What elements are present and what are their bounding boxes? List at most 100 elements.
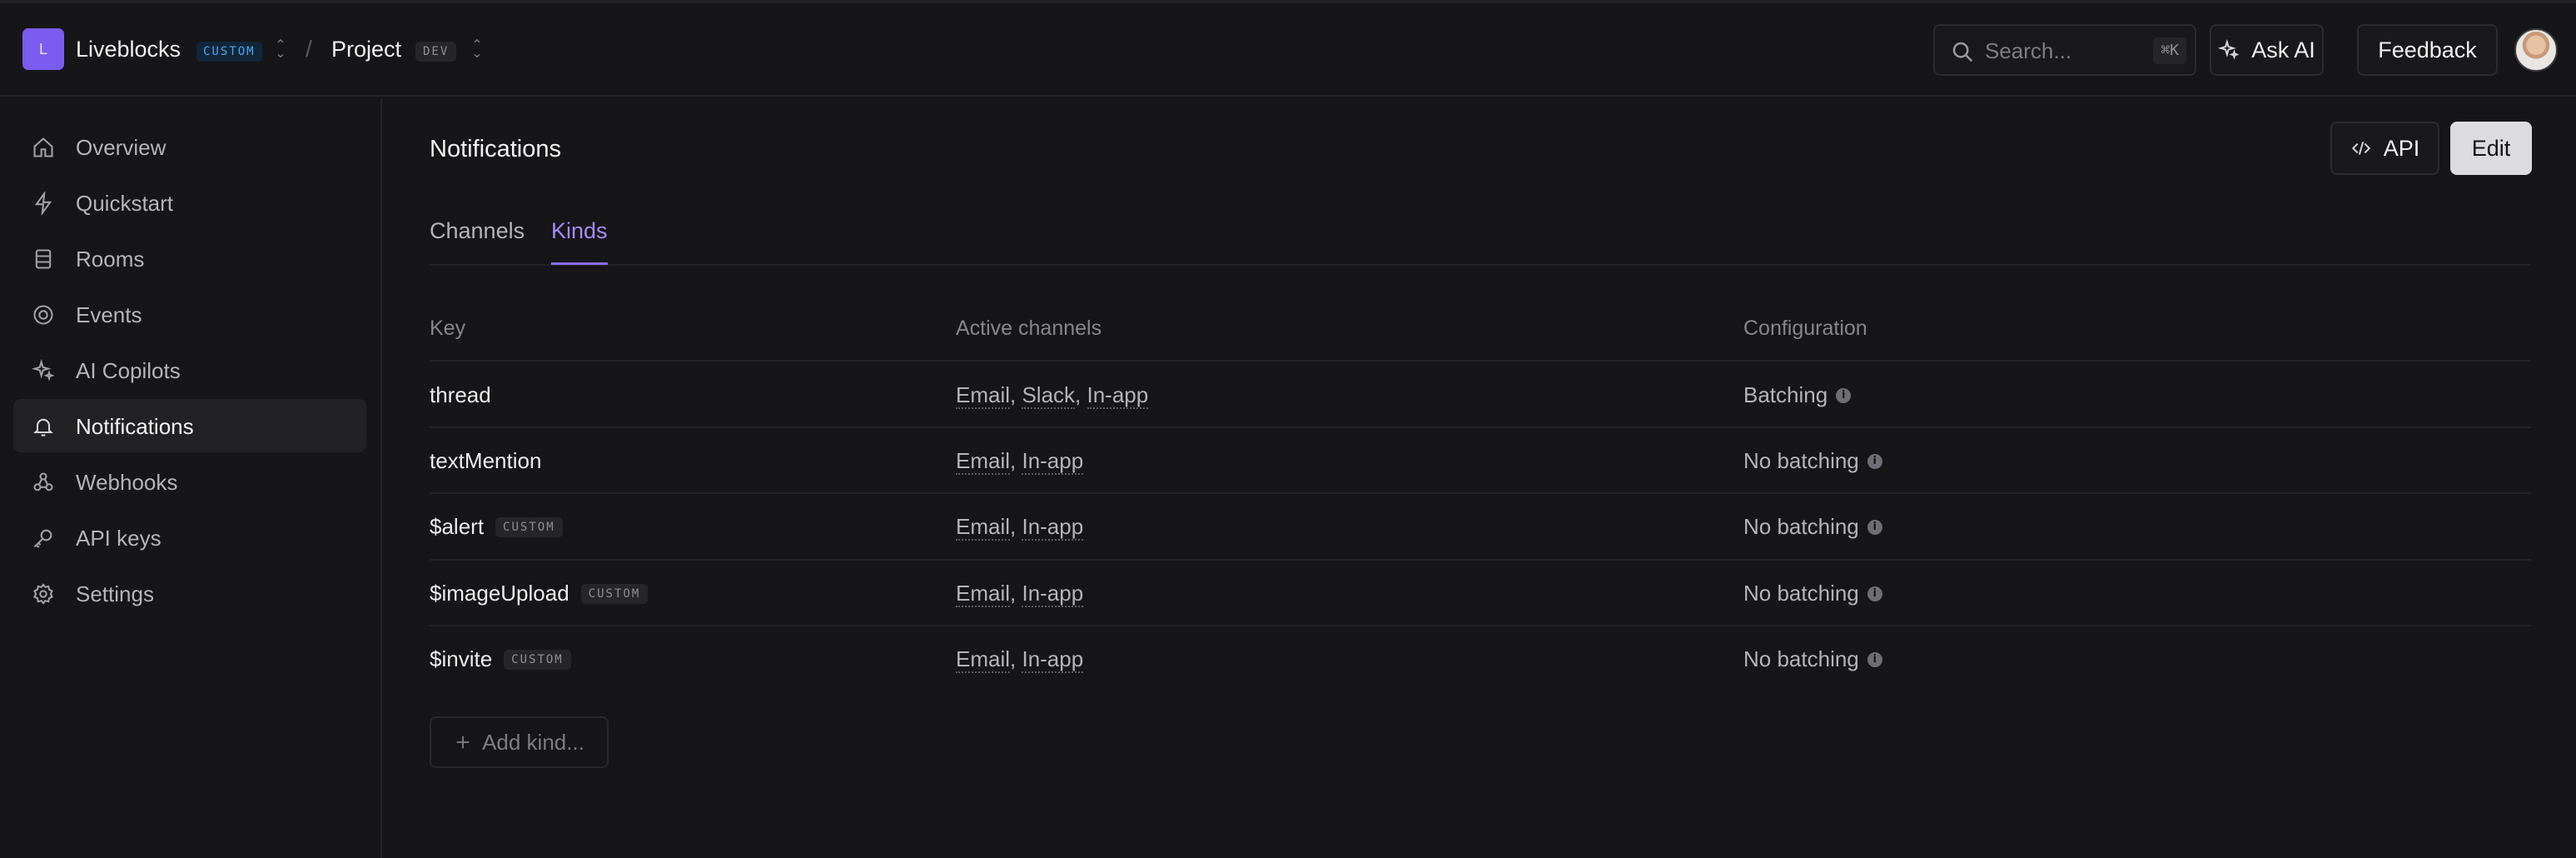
project-env-badge: DEV <box>415 42 457 62</box>
bolt-icon <box>34 192 52 215</box>
active-tab-indicator <box>551 262 608 265</box>
home-icon <box>33 137 53 157</box>
search-icon <box>1952 42 1973 62</box>
channel-link[interactable]: In-app <box>1087 382 1149 409</box>
config-value: No batching <box>1743 646 1859 671</box>
channel-link[interactable]: In-app <box>1022 514 1084 541</box>
gear-icon <box>33 583 53 605</box>
info-icon[interactable]: i <box>1867 586 1882 601</box>
sidebar-item-label: Events <box>76 302 142 327</box>
sparkle-icon <box>2218 39 2240 60</box>
table-row-channels: Email, In-app <box>956 448 1084 475</box>
sidebar-item-label: Overview <box>76 135 167 160</box>
table-row-key: textMention <box>430 448 541 474</box>
table-row-config: No batching i <box>1743 448 1882 474</box>
sidebar-item-rooms[interactable]: Rooms <box>13 232 366 285</box>
sidebar-item-overview[interactable]: Overview <box>13 120 366 173</box>
table-row-key: $invite CUSTOM <box>430 646 571 672</box>
config-value: No batching <box>1743 514 1859 539</box>
info-icon[interactable]: i <box>1836 387 1852 403</box>
sidebar: Overview Quickstart Rooms Events AI Copi… <box>0 98 382 858</box>
table-row-channels: Email, In-app <box>956 646 1084 673</box>
channel-link[interactable]: Email <box>956 382 1011 409</box>
sparkle-icon <box>32 359 55 382</box>
config-value: No batching <box>1743 448 1859 473</box>
info-icon[interactable]: i <box>1867 453 1882 469</box>
search-input[interactable] <box>1985 36 2143 66</box>
table-row-key: $alert CUSTOM <box>430 514 563 540</box>
kind-key: $imageUpload <box>430 581 569 606</box>
add-kind-label: Add kind... <box>482 729 584 755</box>
project-name[interactable]: Project <box>331 37 401 62</box>
channel-link[interactable]: Email <box>956 448 1011 475</box>
sidebar-item-settings[interactable]: Settings <box>13 566 366 620</box>
table-divider <box>430 625 2531 626</box>
column-header-configuration: Configuration <box>1743 317 1867 340</box>
table-row-channels: Email, In-app <box>956 581 1084 607</box>
bell-icon <box>33 418 53 436</box>
table-row-config: No batching i <box>1743 581 1882 606</box>
channel-link[interactable]: Slack <box>1022 382 1076 409</box>
project-switcher-chevron-icon[interactable]: ⌃ ⌄ <box>471 39 483 61</box>
rooms-icon <box>35 249 52 269</box>
sidebar-item-events[interactable]: Events <box>13 287 366 341</box>
table-row-channels: Email, In-app <box>956 514 1084 541</box>
top-bar: L Liveblocks CUSTOM ⌃ ⌄ / Project DEV ⌃ ⌄ … <box>0 3 2576 97</box>
sidebar-item-quickstart[interactable]: Quickstart <box>13 176 366 229</box>
org-switcher-chevron-icon[interactable]: ⌃ ⌄ <box>275 39 286 61</box>
table-divider <box>430 360 2531 362</box>
page-title: Notifications <box>430 136 561 162</box>
table-row-channels: Email, Slack, In-app <box>956 382 1149 409</box>
channel-link[interactable]: Email <box>956 514 1011 541</box>
custom-badge: CUSTOM <box>495 516 563 537</box>
channel-link[interactable]: Email <box>956 646 1011 673</box>
sidebar-item-label: API keys <box>76 526 162 551</box>
search-shortcut: ⌘K <box>2153 37 2186 64</box>
table-row-config: No batching i <box>1743 646 1882 672</box>
table-row-key: thread <box>430 382 491 408</box>
tab-kinds[interactable]: Kinds <box>551 218 608 244</box>
key-icon <box>33 529 52 548</box>
org-logo[interactable]: L <box>22 28 64 70</box>
org-plan-badge: CUSTOM <box>196 42 262 62</box>
add-kind-button[interactable]: Add kind... <box>430 716 609 768</box>
info-icon[interactable]: i <box>1867 519 1882 535</box>
org-name[interactable]: Liveblocks <box>76 37 181 62</box>
sidebar-item-api-keys[interactable]: API keys <box>13 511 366 564</box>
feedback-button[interactable]: Feedback <box>2357 24 2498 76</box>
kind-key: textMention <box>430 448 542 473</box>
table-divider <box>430 427 2531 428</box>
code-icon <box>2351 142 2370 155</box>
custom-badge: CUSTOM <box>580 583 649 604</box>
table-row-config: Batching i <box>1743 382 1852 408</box>
plus-icon <box>456 736 470 749</box>
api-button[interactable]: API <box>2330 122 2439 175</box>
channel-link[interactable]: In-app <box>1022 646 1084 673</box>
avatar[interactable] <box>2514 28 2558 72</box>
ask-ai-button[interactable]: Ask AI <box>2210 24 2324 76</box>
channel-link[interactable]: Email <box>956 581 1011 607</box>
sidebar-item-label: Rooms <box>76 247 145 272</box>
search-box[interactable]: ⌘K <box>1933 24 2196 76</box>
info-icon[interactable]: i <box>1867 651 1882 667</box>
ask-ai-label: Ask AI <box>2251 37 2315 62</box>
channel-link[interactable]: In-app <box>1022 448 1084 475</box>
channel-link[interactable]: In-app <box>1022 581 1084 607</box>
tab-channels[interactable]: Channels <box>430 218 525 244</box>
sidebar-item-notifications[interactable]: Notifications <box>13 399 366 452</box>
sidebar-item-ai-copilots[interactable]: AI Copilots <box>13 343 366 397</box>
edit-button[interactable]: Edit <box>2450 122 2532 175</box>
kind-key: thread <box>430 382 491 407</box>
sidebar-item-webhooks[interactable]: Webhooks <box>13 455 366 508</box>
webhook-icon <box>33 472 53 491</box>
breadcrumb-separator: / <box>306 36 312 62</box>
sidebar-item-label: Notifications <box>76 414 194 439</box>
custom-badge: CUSTOM <box>504 649 571 670</box>
table-divider <box>430 492 2531 494</box>
table-row-key: $imageUpload CUSTOM <box>430 581 649 606</box>
config-value: No batching <box>1743 581 1859 606</box>
tabs-divider <box>430 264 2531 266</box>
kind-key: $invite <box>430 646 493 671</box>
column-header-active-channels: Active channels <box>956 317 1102 340</box>
column-header-key: Key <box>430 317 466 340</box>
